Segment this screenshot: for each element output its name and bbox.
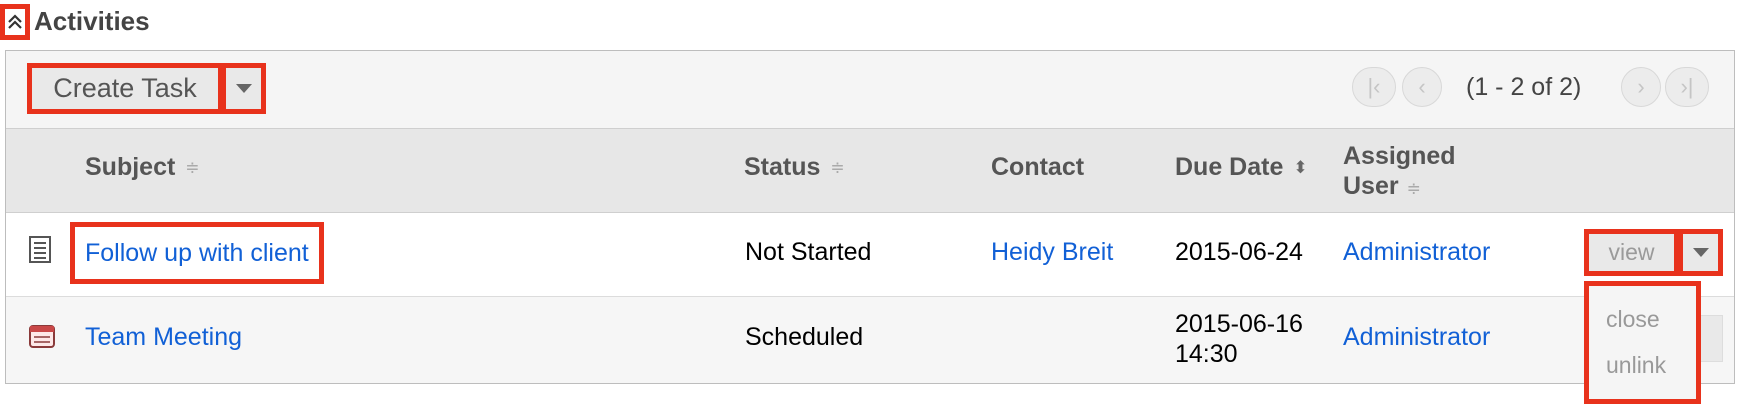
column-header-status[interactable]: Status ≑: [744, 153, 845, 182]
column-header-due-date[interactable]: Due Date ⬍: [1175, 153, 1308, 182]
column-header-assigned-user[interactable]: Assigned User ≑: [1343, 141, 1456, 204]
column-header-label: Status: [744, 153, 821, 181]
menu-item-close[interactable]: close: [1606, 306, 1660, 333]
due-date-line: 2015-06-16: [1175, 310, 1303, 338]
table-row: Follow up with client Not Started Heidy …: [6, 213, 1734, 297]
chevron-right-icon: ›: [1637, 74, 1645, 99]
status-value: Not Started: [745, 238, 872, 266]
pagination-info: (1 - 2 of 2): [1466, 73, 1582, 101]
view-button[interactable]: view: [1584, 229, 1679, 276]
calendar-meeting-icon: [29, 325, 55, 348]
caret-down-icon: [1692, 248, 1709, 257]
row-actions-dropdown-button[interactable]: [1678, 229, 1723, 276]
previous-page-button[interactable]: ‹: [1402, 67, 1442, 107]
subject-link[interactable]: Team Meeting: [85, 323, 242, 352]
due-time-line: 14:30: [1175, 340, 1238, 368]
column-header-label: User: [1343, 172, 1399, 200]
column-header-label: Assigned: [1343, 142, 1456, 170]
sort-icon: ≑: [830, 157, 845, 177]
column-header-label: Subject: [85, 153, 176, 181]
due-date-value: 2015-06-16 14:30: [1175, 309, 1303, 369]
assigned-user-link[interactable]: Administrator: [1343, 323, 1490, 352]
toolbar: Create Task |‹ ‹ (1 - 2 of 2) › ›|: [6, 51, 1734, 129]
last-page-icon: ›|: [1680, 74, 1694, 99]
create-actions-dropdown-button[interactable]: [221, 63, 266, 114]
next-page-button[interactable]: ›: [1621, 67, 1661, 107]
sort-active-icon: ⬍: [1293, 157, 1308, 177]
assigned-user-link[interactable]: Administrator: [1343, 238, 1490, 267]
create-task-button[interactable]: Create Task: [27, 63, 223, 114]
caret-down-icon: [235, 84, 252, 93]
task-icon: [29, 236, 51, 263]
status-value: Scheduled: [745, 323, 864, 351]
column-header-subject[interactable]: Subject ≑: [85, 153, 200, 182]
row-action-menu: close unlink: [1584, 281, 1701, 404]
table-header: Subject ≑ Status ≑ Contact Due Date ⬍ As…: [6, 129, 1734, 213]
collapse-section-button[interactable]: [0, 4, 30, 40]
chevron-left-icon: ‹: [1418, 74, 1426, 99]
contact-link[interactable]: Heidy Breit: [991, 238, 1113, 267]
first-page-button[interactable]: |‹: [1352, 67, 1396, 107]
sort-icon: ≑: [185, 157, 200, 177]
first-page-icon: |‹: [1367, 74, 1381, 99]
due-date-value: 2015-06-24: [1175, 238, 1303, 266]
column-header-label: Due Date: [1175, 153, 1284, 181]
sort-icon: ≑: [1406, 179, 1421, 198]
menu-item-unlink[interactable]: unlink: [1606, 352, 1666, 379]
table-row: Team Meeting Scheduled 2015-06-16 14:30 …: [6, 297, 1734, 383]
section-title: Activities: [34, 6, 150, 36]
double-chevron-up-icon: [8, 14, 22, 29]
subject-link[interactable]: Follow up with client: [70, 222, 324, 284]
last-page-button[interactable]: ›|: [1665, 67, 1709, 107]
activities-panel: Create Task |‹ ‹ (1 - 2 of 2) › ›| Subje…: [5, 50, 1735, 384]
column-header-contact: Contact: [991, 153, 1084, 182]
column-header-label: Contact: [991, 153, 1085, 181]
